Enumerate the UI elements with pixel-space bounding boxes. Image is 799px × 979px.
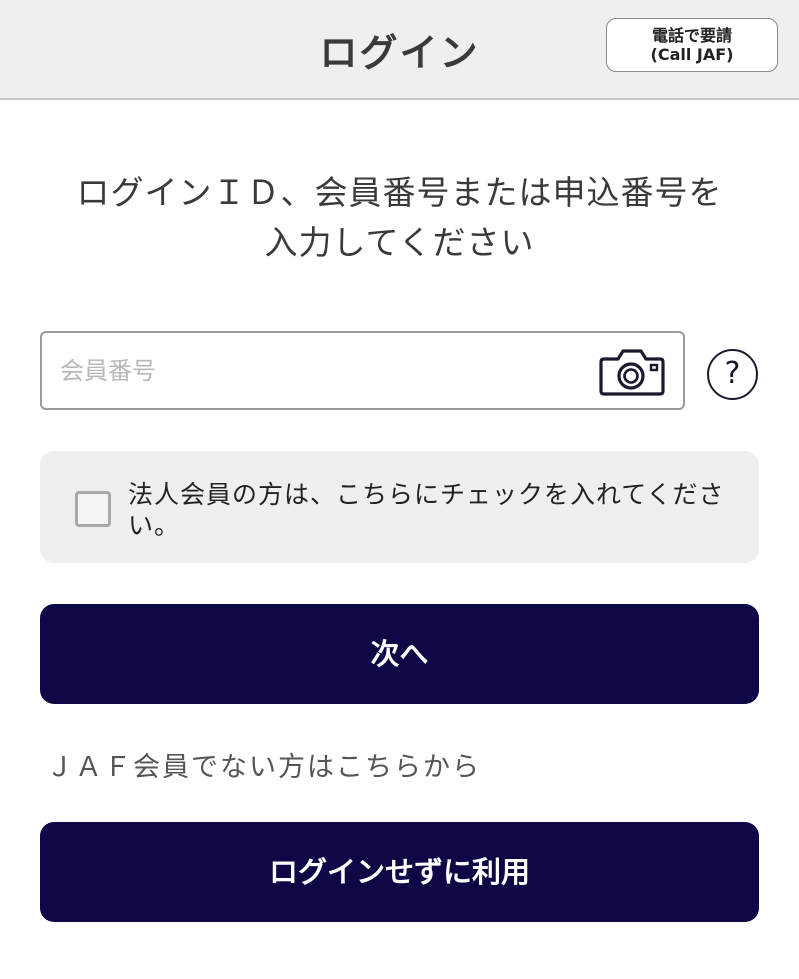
next-button[interactable]: 次へ (40, 604, 759, 704)
corporate-member-panel: 法人会員の方は、こちらにチェックを入れてください。 (40, 451, 759, 563)
corporate-member-checkbox[interactable] (75, 491, 111, 527)
call-jaf-button[interactable]: 電話で要請 (Call JAF) (606, 18, 778, 72)
member-id-input[interactable] (60, 333, 580, 408)
instruction-line-1: ログインＩＤ、会員番号または申込番号を (76, 173, 723, 212)
corporate-member-label: 法人会員の方は、こちらにチェックを入れてください。 (128, 480, 725, 540)
camera-icon[interactable] (598, 345, 666, 397)
login-instruction: ログインＩＤ、会員番号または申込番号を 入力してください (30, 168, 769, 268)
call-jaf-label-en: (Call JAF) (650, 45, 734, 64)
non-member-link[interactable]: ＪＡＦ会員でない方はこちらから (46, 745, 481, 784)
call-jaf-label-jp: 電話で要請 (651, 26, 732, 45)
instruction-line-2: 入力してください (264, 223, 535, 262)
help-icon[interactable]: ? (707, 349, 758, 400)
use-without-login-button[interactable]: ログインせずに利用 (40, 822, 759, 922)
header-bar: ログイン 電話で要請 (Call JAF) (0, 0, 799, 100)
member-id-field-container (40, 331, 685, 410)
